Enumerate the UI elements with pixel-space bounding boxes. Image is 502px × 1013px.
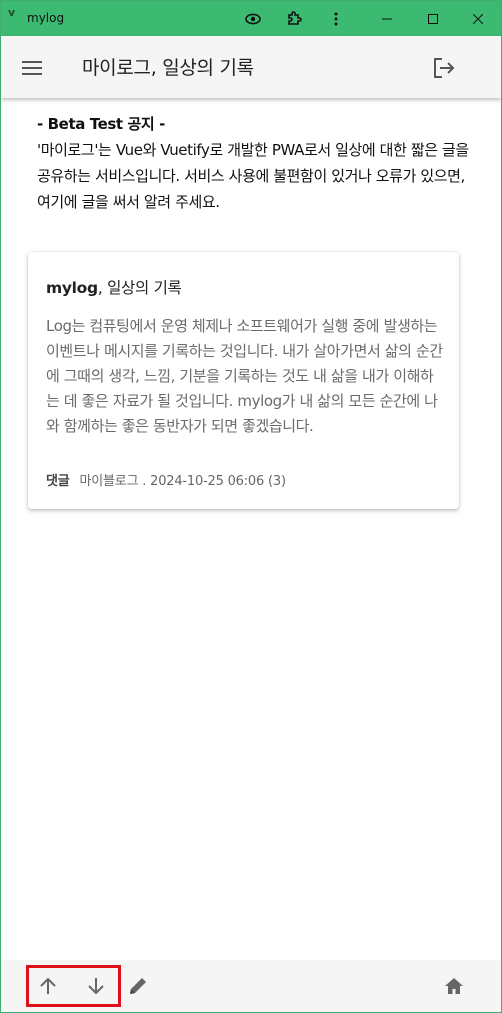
comment-link[interactable]: 댓글 [46, 474, 70, 489]
notice-title: - Beta Test 공지 - [37, 115, 165, 133]
maximize-icon[interactable] [411, 1, 455, 36]
arrow-up-icon [40, 977, 56, 994]
logout-icon [434, 58, 455, 78]
post-title-brand: mylog [46, 279, 98, 297]
scroll-down-button[interactable] [76, 968, 116, 1004]
eye-icon[interactable] [231, 1, 275, 36]
post-author-date: 마이블로그 . 2024-10-25 06:06 (3) [79, 474, 286, 489]
notice-body: '마이로그'는 Vue와 Vuetify로 개발한 PWA로서 일상에 대한 짧… [37, 141, 469, 211]
app-bar: 마이로그, 일상의 기록 [1, 36, 501, 98]
app-window: v mylog 마이로그, 일상의 기록 - Beta Test 공지 - '마… [0, 0, 502, 1013]
page-title: 마이로그, 일상의 기록 [82, 57, 254, 79]
pencil-icon [130, 978, 146, 994]
menu-button[interactable] [13, 50, 51, 86]
arrow-down-icon [88, 978, 104, 995]
minimize-icon[interactable] [365, 1, 409, 36]
more-vert-icon[interactable] [314, 1, 358, 36]
home-icon [445, 978, 463, 994]
window-title: mylog [27, 11, 65, 25]
app-icon: v [8, 6, 16, 19]
beta-notice: - Beta Test 공지 - '마이로그'는 Vue와 Vuetify로 개… [37, 111, 477, 215]
scroll-up-button[interactable] [28, 968, 68, 1004]
post-body: Log는 컴퓨팅에서 운영 체제나 소프트웨어가 실행 중에 발생하는 이벤트나… [46, 317, 443, 435]
post-title-rest: , 일상의 기록 [97, 279, 182, 297]
menu-icon [22, 61, 42, 75]
extension-icon[interactable] [272, 1, 316, 36]
post-meta: 댓글 마이블로그 . 2024-10-25 06:06 (3) [46, 470, 286, 489]
home-button[interactable] [434, 968, 474, 1004]
window-titlebar[interactable]: v mylog [1, 1, 501, 36]
close-icon[interactable] [456, 1, 500, 36]
post-title: mylog, 일상의 기록 [46, 276, 182, 298]
post-card[interactable]: mylog, 일상의 기록 Log는 컴퓨팅에서 운영 체제나 소프트웨어가 실… [28, 252, 459, 509]
write-button[interactable] [118, 968, 158, 1004]
bottom-bar [1, 960, 501, 1012]
logout-button[interactable] [425, 50, 463, 86]
